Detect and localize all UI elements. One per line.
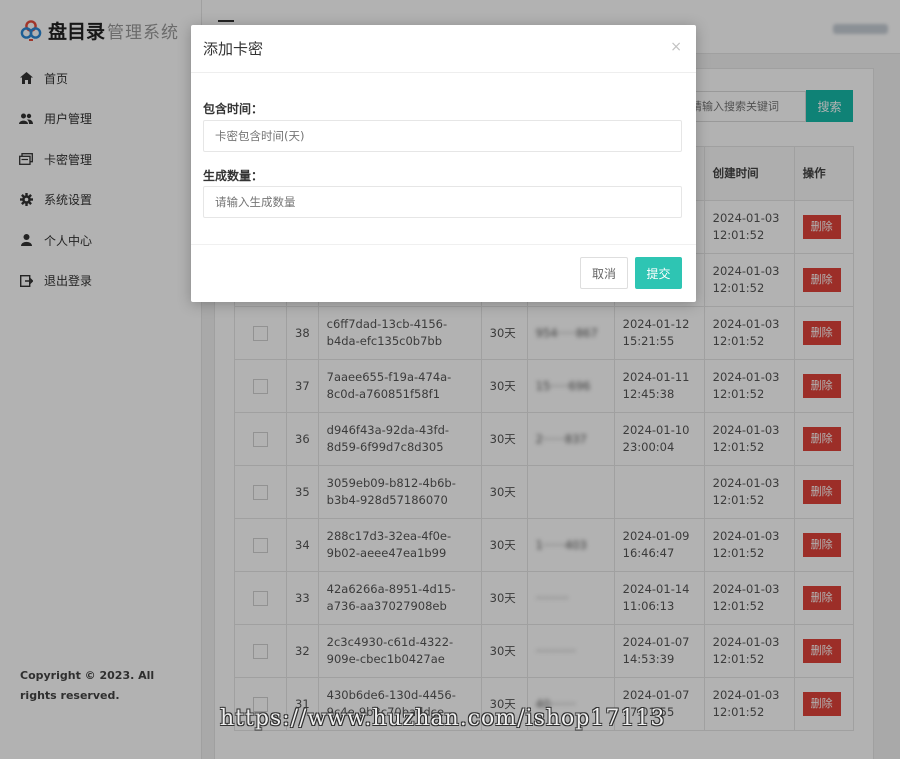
duration-label: 包含时间：	[203, 102, 264, 116]
watermark: https://www.huzhan.com/ishop17113	[220, 706, 666, 731]
duration-field[interactable]	[203, 120, 682, 152]
cancel-button[interactable]: 取消	[580, 257, 628, 289]
dialog-header: 添加卡密 ×	[191, 25, 696, 73]
dialog-footer-divider	[191, 244, 696, 245]
submit-button[interactable]: 提交	[635, 257, 682, 289]
count-label: 生成数量：	[203, 169, 264, 183]
count-field[interactable]	[203, 186, 682, 218]
close-icon[interactable]: ×	[670, 39, 682, 55]
add-card-key-dialog: 添加卡密 × 包含时间： 生成数量： 取消 提交	[191, 25, 696, 302]
dialog-title: 添加卡密	[203, 40, 264, 58]
